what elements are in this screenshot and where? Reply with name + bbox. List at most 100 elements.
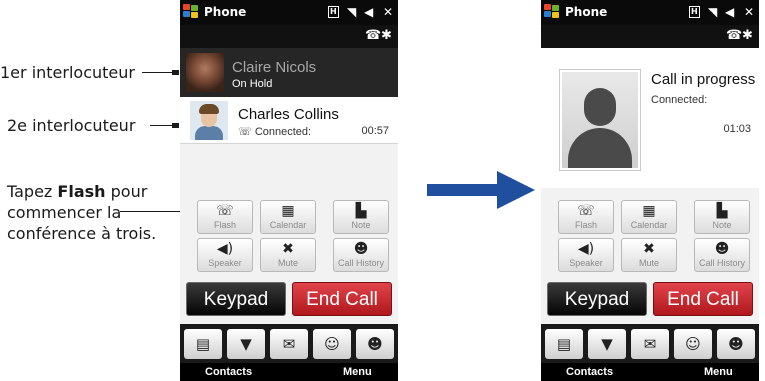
held-caller-name: Claire Nicols bbox=[232, 59, 317, 76]
mute-button[interactable]: ✖ Mute bbox=[621, 238, 677, 272]
annotation-flash-bold: Flash bbox=[57, 182, 106, 201]
flash-button[interactable]: ☏ Flash bbox=[558, 200, 614, 234]
mute-label: Mute bbox=[638, 258, 659, 268]
held-caller-row[interactable]: Claire Nicols On Hold bbox=[180, 48, 398, 97]
bottom-tab-bar: ▤ ▼ ✉ ☺ ☻ bbox=[541, 324, 759, 363]
softkey-bar: Contacts Menu bbox=[541, 363, 759, 381]
recent-contact-icon[interactable]: ☺ bbox=[313, 329, 351, 359]
call-history-icon: ☻ bbox=[714, 241, 730, 257]
h-network-icon: H bbox=[328, 6, 339, 18]
flash-button[interactable]: ☏ Flash bbox=[197, 200, 253, 234]
people-icon[interactable]: ☻ bbox=[356, 329, 394, 359]
softkey-menu[interactable]: Menu bbox=[704, 366, 733, 378]
mute-indicator-icon: ✱ bbox=[381, 28, 392, 43]
windows-logo-icon[interactable] bbox=[183, 4, 200, 20]
flash-label: Flash bbox=[213, 220, 236, 230]
call-link-icon: ☎ bbox=[726, 28, 743, 43]
calendar-button[interactable]: ▦ Calendar bbox=[621, 200, 677, 234]
call-connected-label: Connected: bbox=[651, 94, 708, 106]
call-history-button[interactable]: ☻ Call History bbox=[333, 238, 389, 272]
email-icon[interactable]: ✉ bbox=[631, 329, 669, 359]
close-icon[interactable]: ✕ bbox=[383, 5, 393, 19]
caller-placeholder-photo bbox=[560, 70, 640, 170]
phone-screen-left: Phone H ◥ ◀ ✕ ☎ ✱ Claire Nicols On Hold … bbox=[180, 0, 398, 381]
speaker-button[interactable]: ◀) Speaker bbox=[197, 238, 253, 272]
status-title: Phone bbox=[204, 5, 247, 19]
note-icon: ▙ bbox=[716, 203, 728, 219]
bottom-tab-bar: ▤ ▼ ✉ ☺ ☻ bbox=[180, 324, 398, 363]
transition-arrow bbox=[427, 171, 535, 209]
annotation-flash-line2: commencer la bbox=[7, 203, 122, 222]
call-timer: 00:57 bbox=[361, 125, 389, 137]
windows-logo-icon[interactable] bbox=[544, 4, 561, 20]
note-button[interactable]: ▙ Note bbox=[694, 200, 750, 234]
mute-button[interactable]: ✖ Mute bbox=[260, 238, 316, 272]
call-indicator-bar: ☎ ✱ bbox=[541, 25, 759, 48]
people-icon[interactable]: ☻ bbox=[717, 329, 755, 359]
speaker-icon: ◀) bbox=[216, 241, 234, 257]
call-history-icon: ☻ bbox=[353, 241, 369, 257]
end-call-button[interactable]: End Call bbox=[653, 282, 753, 316]
active-caller-photo bbox=[190, 101, 228, 140]
contact-card-icon[interactable]: ▤ bbox=[545, 329, 583, 359]
recent-contact-icon[interactable]: ☺ bbox=[674, 329, 712, 359]
active-caller-status: ☏ Connected: bbox=[238, 126, 312, 138]
leader-line-flash-h1 bbox=[120, 211, 184, 212]
call-link-icon: ☎ bbox=[365, 28, 382, 43]
active-caller-status-text: Connected: bbox=[254, 126, 312, 138]
h-network-icon: H bbox=[689, 6, 700, 18]
end-call-button[interactable]: End Call bbox=[292, 282, 392, 316]
speaker-label: Speaker bbox=[569, 258, 603, 268]
calendar-button[interactable]: ▦ Calendar bbox=[260, 200, 316, 234]
call-status-title: Call in progress bbox=[651, 71, 756, 88]
active-caller-row[interactable]: Charles Collins ☏ Connected: 00:57 bbox=[180, 97, 398, 144]
speaker-volume-icon[interactable]: ◀ bbox=[725, 5, 734, 19]
speaker-icon: ◀) bbox=[577, 241, 595, 257]
message-icon[interactable]: ▼ bbox=[588, 329, 626, 359]
calendar-icon: ▦ bbox=[281, 203, 295, 219]
speaker-button[interactable]: ◀) Speaker bbox=[558, 238, 614, 272]
annotation-flash-line3: conférence à trois. bbox=[7, 224, 157, 243]
softkey-bar: Contacts Menu bbox=[180, 363, 398, 381]
mute-microphone-icon: ✖ bbox=[643, 241, 655, 257]
softkey-menu[interactable]: Menu bbox=[343, 366, 372, 378]
message-icon[interactable]: ▼ bbox=[227, 329, 265, 359]
note-label: Note bbox=[351, 220, 371, 230]
signal-icon[interactable]: ◥ bbox=[347, 5, 356, 19]
held-caller-photo bbox=[186, 53, 224, 92]
note-icon: ▙ bbox=[355, 203, 367, 219]
call-history-label: Call History bbox=[337, 258, 384, 268]
keypad-button[interactable]: Keypad bbox=[547, 282, 647, 316]
signal-icon[interactable]: ◥ bbox=[708, 5, 717, 19]
leader-tip-first-caller bbox=[172, 70, 179, 75]
note-button[interactable]: ▙ Note bbox=[333, 200, 389, 234]
flash-phone-icon: ☏ bbox=[577, 203, 595, 219]
softkey-contacts[interactable]: Contacts bbox=[205, 366, 252, 378]
flash-phone-icon: ☏ bbox=[216, 203, 234, 219]
annotation-second-caller: 2e interlocuteur bbox=[7, 116, 136, 135]
annotation-flash-text-pre: Tapez bbox=[7, 182, 58, 201]
held-caller-status: On Hold bbox=[232, 78, 273, 90]
flash-label: Flash bbox=[574, 220, 597, 230]
keypad-button[interactable]: Keypad bbox=[186, 282, 286, 316]
calendar-label: Calendar bbox=[269, 220, 307, 230]
email-icon[interactable]: ✉ bbox=[270, 329, 308, 359]
contact-card-icon[interactable]: ▤ bbox=[184, 329, 222, 359]
call-indicator-bar: ☎ ✱ bbox=[180, 25, 398, 48]
mute-label: Mute bbox=[277, 258, 298, 268]
call-in-progress-panel: Call in progress Connected: 01:03 bbox=[541, 48, 759, 188]
leader-line-first-caller bbox=[142, 72, 173, 73]
softkey-contacts[interactable]: Contacts bbox=[566, 366, 613, 378]
call-timer: 01:03 bbox=[723, 123, 751, 135]
status-bar: Phone H ◥ ◀ ✕ bbox=[180, 0, 398, 25]
calendar-icon: ▦ bbox=[642, 203, 656, 219]
leader-tip-second-caller bbox=[172, 123, 179, 128]
call-history-label: Call History bbox=[698, 258, 745, 268]
leader-line-second-caller bbox=[150, 125, 173, 126]
speaker-volume-icon[interactable]: ◀ bbox=[364, 5, 373, 19]
calendar-label: Calendar bbox=[630, 220, 668, 230]
close-icon[interactable]: ✕ bbox=[744, 5, 754, 19]
speaker-label: Speaker bbox=[208, 258, 242, 268]
annotation-flash-text-post: pour bbox=[105, 182, 148, 201]
call-history-button[interactable]: ☻ Call History bbox=[694, 238, 750, 272]
